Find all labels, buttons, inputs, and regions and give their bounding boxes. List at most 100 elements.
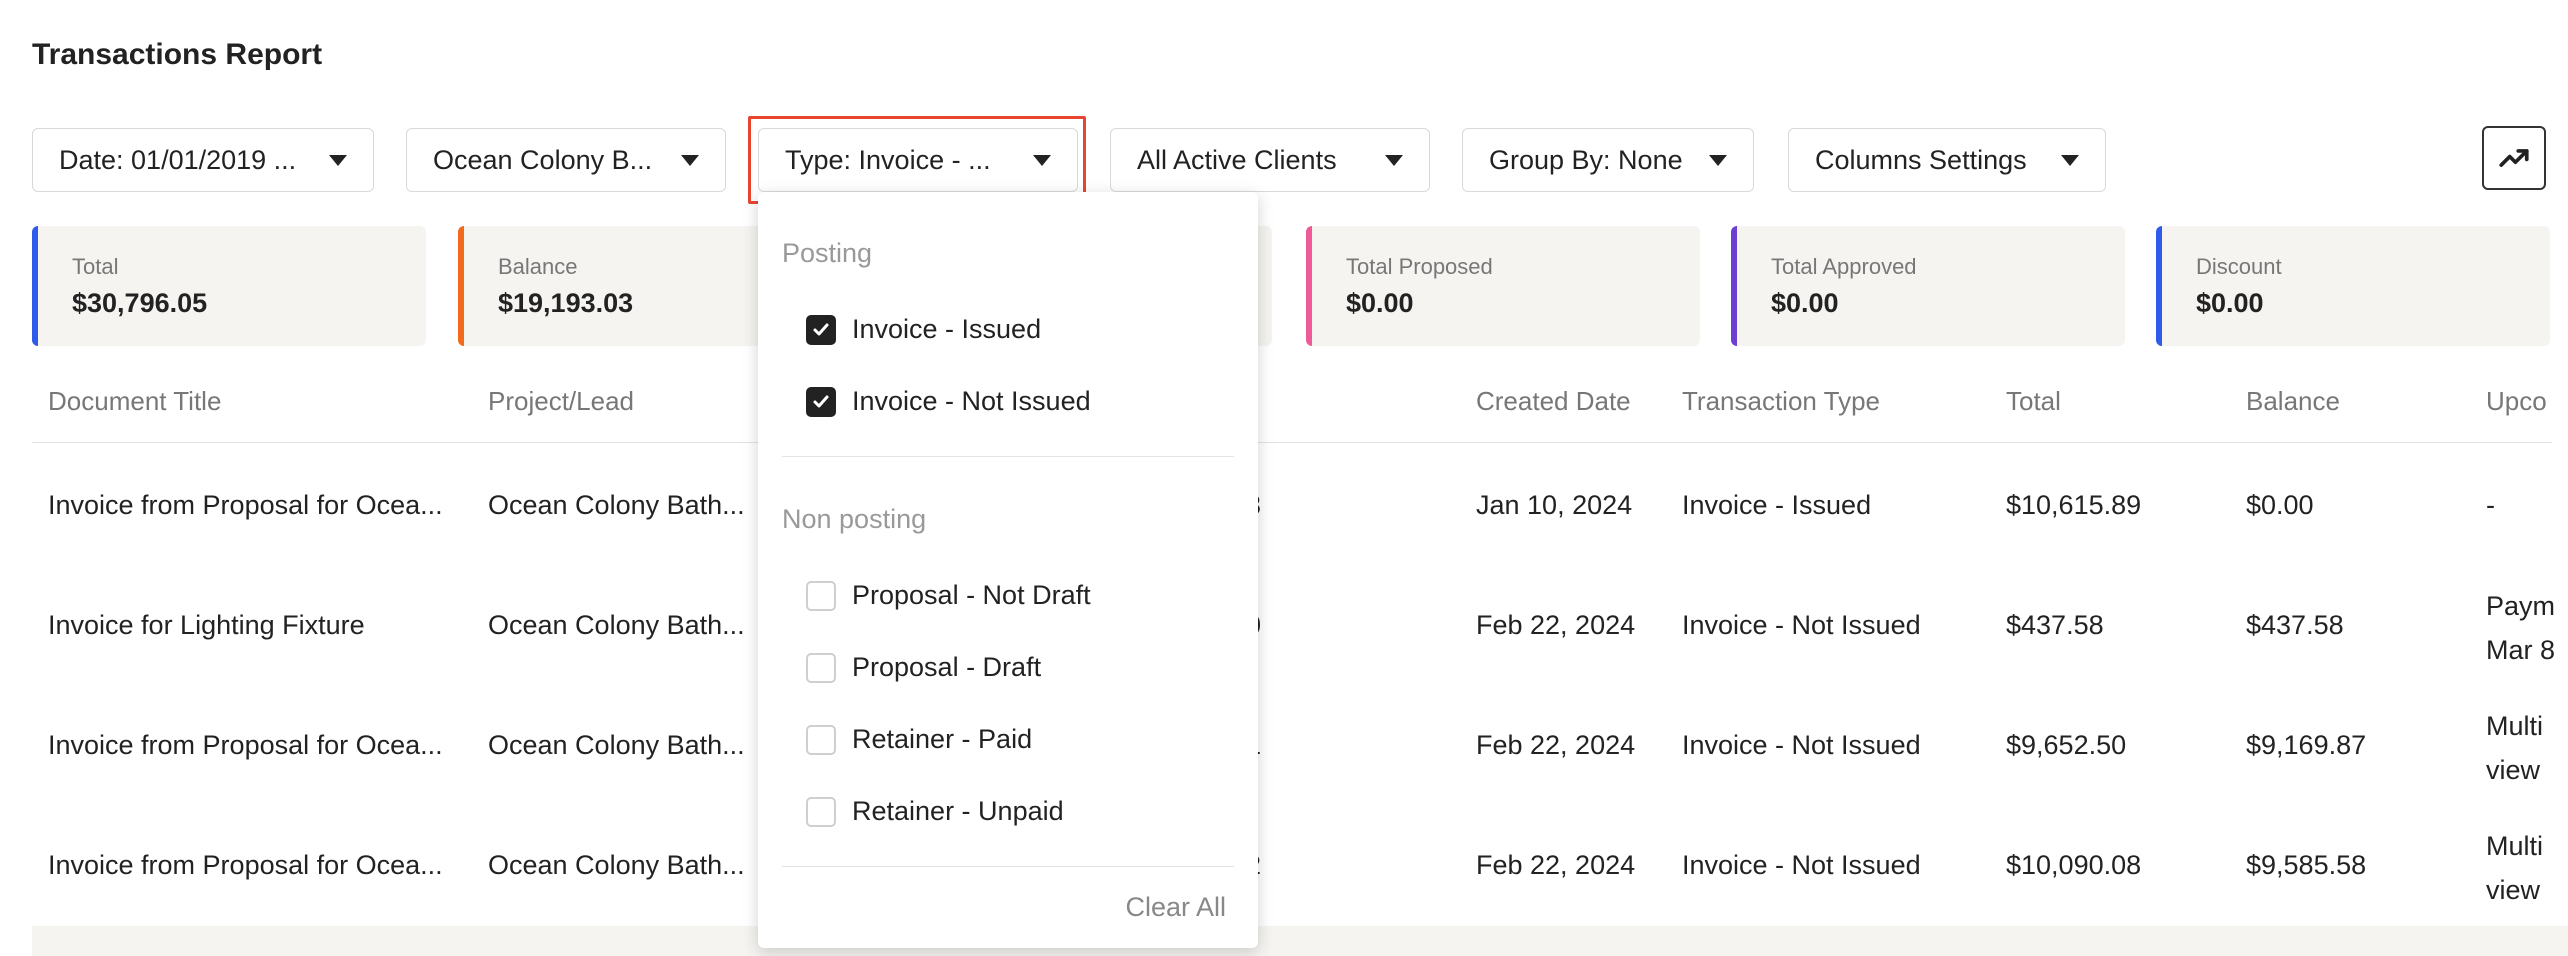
card-accent xyxy=(1731,226,1737,346)
cell-document-title[interactable]: Invoice from Proposal for Ocea... xyxy=(48,850,443,881)
cell-created-date: Jan 10, 2024 xyxy=(1476,490,1633,520)
option-label: Proposal - Not Draft xyxy=(852,580,1091,610)
chevron-down-icon xyxy=(1385,154,1403,166)
cell-upcoming: - xyxy=(2486,490,2495,520)
column-header-document-title[interactable]: Document Title xyxy=(48,386,221,417)
cell-balance: $437.58 xyxy=(2246,610,2344,640)
column-header-created-date[interactable]: Created Date xyxy=(1476,386,1631,417)
card-value: $30,796.05 xyxy=(72,288,208,318)
columns-settings-label: Columns Settings xyxy=(1815,144,2027,175)
date-filter-label: Date: 01/01/2019 ... xyxy=(59,144,297,175)
cell-created-date: Feb 22, 2024 xyxy=(1476,850,1636,880)
project-filter-label: Ocean Colony B... xyxy=(433,144,653,175)
cell-total: $9,652.50 xyxy=(2006,730,2127,760)
checkbox-checked[interactable] xyxy=(806,314,836,345)
cell-upcoming-line2[interactable]: view xyxy=(2486,748,2540,792)
column-header-transaction-type[interactable]: Transaction Type xyxy=(1682,386,1880,417)
cell-total: $10,090.08 xyxy=(2006,850,2142,880)
card-label: Total Approved xyxy=(1771,254,1917,279)
card-accent xyxy=(32,226,38,346)
trending-up-icon xyxy=(2499,149,2529,167)
clear-all-button[interactable]: Clear All xyxy=(1125,892,1226,923)
column-header-balance[interactable]: Balance xyxy=(2246,386,2340,417)
card-value: $0.00 xyxy=(2196,288,2264,318)
column-header-upcoming[interactable]: Upco xyxy=(2486,386,2547,417)
summary-card-discount: Discount $0.00 xyxy=(2156,226,2550,346)
column-header-total[interactable]: Total xyxy=(2006,386,2061,417)
cell-created-date: Feb 22, 2024 xyxy=(1476,610,1636,640)
table-footer-band xyxy=(32,926,2568,956)
option-proposal-draft[interactable]: Proposal - Draft xyxy=(806,652,1041,683)
cell-document-title[interactable]: Invoice for Lighting Fixture xyxy=(48,610,365,641)
checkbox-unchecked[interactable] xyxy=(806,796,836,827)
cell-transaction-type: Invoice - Not Issued xyxy=(1682,850,1921,880)
summary-card-total-proposed: Total Proposed $0.00 xyxy=(1306,226,1700,346)
card-accent xyxy=(458,226,464,346)
table-header-divider xyxy=(32,442,2552,443)
cell-upcoming-line1: Paym xyxy=(2486,591,2556,621)
card-label: Balance xyxy=(498,254,578,279)
cell-document-title[interactable]: Invoice from Proposal for Ocea... xyxy=(48,490,443,521)
option-invoice-not-issued[interactable]: Invoice - Not Issued xyxy=(806,386,1091,417)
cell-total: $437.58 xyxy=(2006,610,2104,640)
cell-balance: $9,585.58 xyxy=(2246,850,2367,880)
dropdown-divider xyxy=(782,866,1234,867)
option-label: Retainer - Unpaid xyxy=(852,796,1064,826)
posting-section-label: Posting xyxy=(782,238,873,268)
card-label: Total xyxy=(72,254,119,279)
cell-project: Ocean Colony Bath... xyxy=(488,610,745,640)
cell-created-date: Feb 22, 2024 xyxy=(1476,730,1636,760)
option-label: Invoice - Not Issued xyxy=(852,386,1091,416)
card-label: Total Proposed xyxy=(1346,254,1493,279)
option-label: Proposal - Draft xyxy=(852,652,1042,682)
cell-project: Ocean Colony Bath... xyxy=(488,850,745,880)
option-retainer-unpaid[interactable]: Retainer - Unpaid xyxy=(806,796,1064,827)
cell-transaction-type: Invoice - Not Issued xyxy=(1682,610,1921,640)
card-value: $19,193.03 xyxy=(498,288,634,318)
option-invoice-issued[interactable]: Invoice - Issued xyxy=(806,314,1041,345)
cell-project: Ocean Colony Bath... xyxy=(488,490,745,520)
clients-filter-dropdown[interactable]: All Active Clients xyxy=(1110,128,1430,192)
non-posting-section-label: Non posting xyxy=(782,504,927,534)
card-accent xyxy=(2156,226,2162,346)
cell-upcoming-line1: Multi xyxy=(2486,831,2544,861)
cell-project: Ocean Colony Bath... xyxy=(488,730,745,760)
date-filter-dropdown[interactable]: Date: 01/01/2019 ... xyxy=(32,128,374,192)
option-label: Invoice - Issued xyxy=(852,314,1042,344)
option-retainer-paid[interactable]: Retainer - Paid xyxy=(806,724,1032,755)
checkbox-checked[interactable] xyxy=(806,386,836,417)
option-label: Retainer - Paid xyxy=(852,724,1033,754)
chevron-down-icon xyxy=(1709,154,1727,166)
option-proposal-not-draft[interactable]: Proposal - Not Draft xyxy=(806,580,1091,611)
card-label: Discount xyxy=(2196,254,2282,279)
group-by-dropdown[interactable]: Group By: None xyxy=(1462,128,1754,192)
cell-document-title[interactable]: Invoice from Proposal for Ocea... xyxy=(48,730,443,761)
cell-balance: $9,169.87 xyxy=(2246,730,2367,760)
group-by-label: Group By: None xyxy=(1489,144,1683,175)
checkmark-icon xyxy=(813,395,829,407)
columns-settings-dropdown[interactable]: Columns Settings xyxy=(1788,128,2106,192)
page-title: Transactions Report xyxy=(32,38,323,71)
cell-total: $10,615.89 xyxy=(2006,490,2142,520)
checkbox-unchecked[interactable] xyxy=(806,724,836,755)
type-filter-menu: Posting Invoice - Issued Invoice - Not I… xyxy=(758,192,1258,948)
chevron-down-icon xyxy=(681,154,699,166)
cell-transaction-type: Invoice - Issued xyxy=(1682,490,1872,520)
checkmark-icon xyxy=(813,323,829,335)
cell-upcoming-line2: Mar 8 xyxy=(2486,635,2556,665)
chevron-down-icon xyxy=(329,154,347,166)
column-header-project[interactable]: Project/Lead xyxy=(488,386,634,417)
cell-balance: $0.00 xyxy=(2246,490,2314,520)
checkbox-unchecked[interactable] xyxy=(806,580,836,611)
card-accent xyxy=(1306,226,1312,346)
cell-upcoming-line2[interactable]: view xyxy=(2486,868,2540,912)
card-value: $0.00 xyxy=(1346,288,1414,318)
checkbox-unchecked[interactable] xyxy=(806,652,836,683)
project-filter-dropdown[interactable]: Ocean Colony B... xyxy=(406,128,726,192)
type-filter-highlight xyxy=(748,116,1086,204)
chevron-down-icon xyxy=(2061,154,2079,166)
trend-chart-button[interactable] xyxy=(2482,126,2546,190)
cell-transaction-type: Invoice - Not Issued xyxy=(1682,730,1921,760)
cell-upcoming-line1: Multi xyxy=(2486,711,2544,741)
dropdown-divider xyxy=(782,456,1234,457)
